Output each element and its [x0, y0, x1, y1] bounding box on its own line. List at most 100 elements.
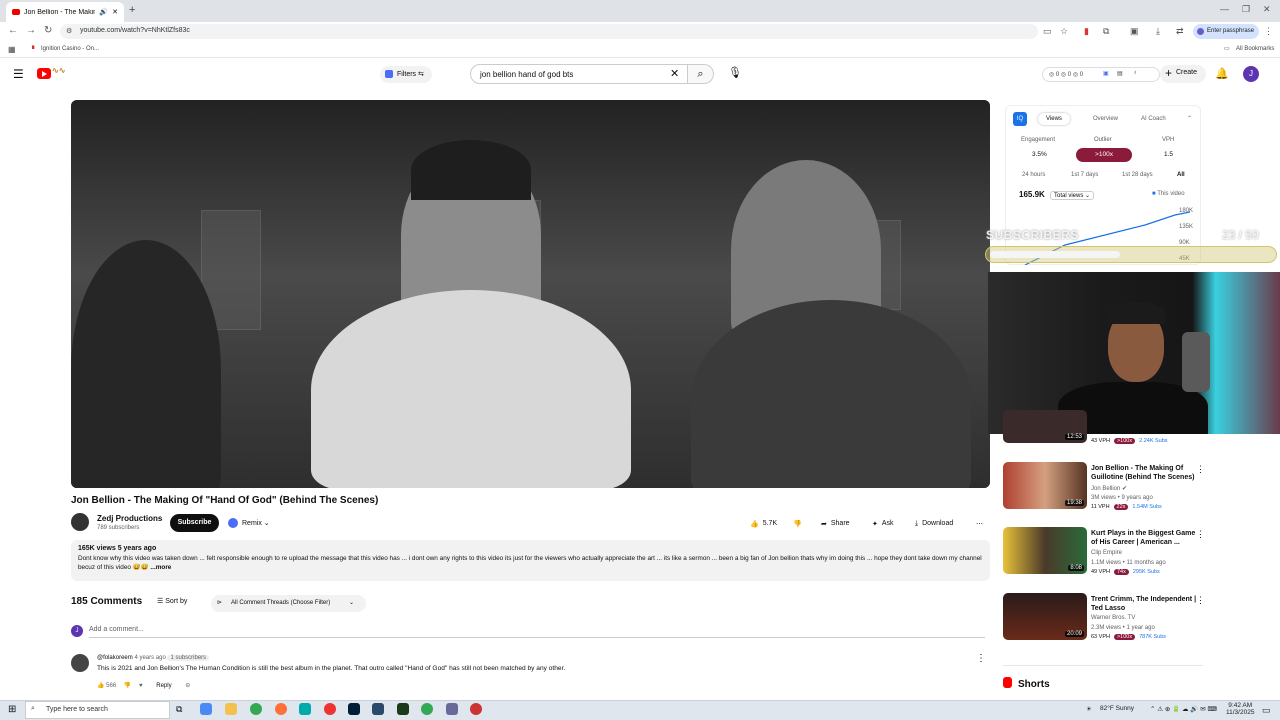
copilot-icon[interactable] — [200, 703, 212, 715]
apps-grid-icon[interactable]: ▦ — [8, 45, 16, 54]
search-input[interactable]: jon bellion hand of god bts — [470, 64, 688, 84]
clear-search-icon[interactable]: ✕ — [670, 67, 679, 80]
site-info-icon[interactable]: ⚙ — [66, 27, 72, 35]
taskbar-search-input[interactable]: ⌕ Type here to search — [25, 701, 170, 719]
subscribe-button[interactable]: Subscribe — [170, 514, 219, 532]
range-24h[interactable]: 24 hours — [1022, 172, 1045, 178]
ext-badge-icon[interactable]: ▣ — [1103, 70, 1109, 77]
windows-start-icon[interactable]: ⊞ — [8, 704, 16, 715]
tray-icons[interactable]: ⌃ ⚠ ⊕ 🔋 ☁ 🔊 ✉ ⌨ — [1150, 705, 1217, 713]
more-actions-icon[interactable]: ⋯ — [970, 515, 989, 532]
task-view-icon[interactable]: ⧉ — [176, 704, 182, 715]
hamburger-menu-icon[interactable]: ☰ — [13, 67, 24, 81]
notifications-icon[interactable]: ▭ — [1262, 705, 1271, 716]
address-bar[interactable]: ⚙ youtube.com/watch?v=NhKtlZfs83c — [60, 24, 1038, 39]
microphone-icon[interactable]: 🎙 — [728, 66, 742, 79]
comment-filter-dropdown[interactable]: ⊳ All Comment Threads (Choose Filter) ⌄ — [211, 595, 366, 612]
range-7d[interactable]: 1st 7 days — [1071, 172, 1098, 178]
share-button[interactable]: ➦ Share — [815, 515, 856, 532]
terminal-icon[interactable] — [397, 703, 409, 715]
profile-switch-icon[interactable]: ⇄ — [1176, 26, 1184, 37]
sort-by-button[interactable]: ☰ Sort by — [157, 597, 187, 605]
close-tab-icon[interactable]: ✕ — [112, 8, 118, 16]
minimize-icon[interactable]: — — [1220, 4, 1229, 14]
rec-thumbnail[interactable]: 20:09 — [1003, 593, 1087, 640]
rec-menu-icon[interactable]: ⋮ — [1196, 595, 1205, 606]
add-comment-input[interactable]: Add a comment... — [89, 626, 985, 638]
bookmark-star-icon[interactable]: ☆ — [1060, 26, 1068, 37]
doodle-logo-icon[interactable]: ∿∿ — [52, 66, 86, 80]
opera-icon[interactable] — [324, 703, 336, 715]
collapse-icon[interactable]: ⌃ — [1187, 115, 1192, 122]
comment-menu-icon[interactable]: ⋮ — [976, 653, 986, 664]
obs-icon[interactable] — [446, 703, 458, 715]
bookmark-ignition[interactable]: Ignition Casino - On... — [41, 46, 99, 52]
speaker-icon[interactable]: 🔊 — [99, 8, 108, 16]
sidebar-icon[interactable]: ▣ — [1130, 26, 1139, 37]
rec-title[interactable]: Trent Crimm, The Independent | Ted Lasso — [1091, 595, 1203, 613]
browser-tab[interactable]: Jon Bellion - The Making O 🔊 ✕ — [6, 2, 124, 22]
new-tab-button[interactable]: + — [129, 4, 135, 16]
passphrase-button[interactable]: Enter passphrase — [1193, 24, 1259, 39]
tab-ai-coach[interactable]: AI Coach — [1133, 113, 1174, 125]
reply-button[interactable]: Reply — [156, 683, 171, 689]
puzzle-icon[interactable]: ⧉ — [1103, 26, 1109, 37]
download-icon[interactable]: ⤓ — [1156, 26, 1160, 37]
channel-avatar[interactable] — [71, 513, 89, 531]
rec-channel[interactable]: Jon Bellion ✔ — [1091, 485, 1127, 492]
search-button[interactable]: ⌕ — [688, 64, 714, 84]
account-avatar[interactable]: J — [1243, 66, 1259, 82]
cast-icon[interactable]: ▭ — [1043, 26, 1052, 37]
chart-icon[interactable]: ▤ — [1117, 70, 1123, 77]
trophy-icon[interactable]: ♁ — [1133, 70, 1138, 76]
app-icon[interactable] — [372, 703, 384, 715]
notifications-bell-icon[interactable]: 🔔 — [1215, 67, 1229, 80]
rec-thumbnail[interactable]: 19:38 — [1003, 462, 1087, 509]
weather-text[interactable]: 82°F Sunny — [1100, 705, 1134, 712]
rec-title[interactable]: Kurt Plays in the Biggest Game of His Ca… — [1091, 529, 1203, 547]
clock[interactable]: 9:42 AM 11/3/2025 — [1226, 702, 1254, 716]
like-button[interactable]: 👍 5.7K — [744, 515, 783, 532]
edge-icon[interactable] — [299, 703, 311, 715]
comment-like-icon[interactable]: 👍 — [97, 683, 104, 689]
total-views-select[interactable]: Total views ⌄ — [1050, 191, 1095, 200]
comment-author[interactable]: @folakoreem — [97, 655, 133, 661]
comment-dislike-icon[interactable]: 👎 — [124, 683, 131, 689]
remix-button[interactable]: Remix ⌄ — [225, 516, 277, 531]
expand-icon[interactable]: ⊖ — [185, 683, 190, 689]
range-all[interactable]: All — [1177, 172, 1185, 178]
maximize-icon[interactable]: ❐ — [1242, 4, 1250, 15]
tab-overview[interactable]: Overview — [1085, 113, 1126, 125]
extension-icon[interactable]: ▮ — [1084, 26, 1089, 37]
more-link[interactable]: ...more — [150, 564, 171, 571]
close-window-icon[interactable]: ✕ — [1263, 4, 1271, 15]
photoshop-icon[interactable] — [348, 703, 360, 715]
create-button[interactable]: + Create — [1160, 65, 1206, 83]
rec-channel[interactable]: Warner Bros. TV — [1091, 615, 1135, 621]
range-28d[interactable]: 1st 28 days — [1122, 172, 1153, 178]
rec-menu-icon[interactable]: ⋮ — [1196, 464, 1205, 475]
video-player[interactable] — [71, 100, 990, 488]
rec-title[interactable]: Jon Bellion - The Making Of Guillotine (… — [1091, 464, 1203, 482]
reload-icon[interactable]: ↻ — [44, 25, 52, 36]
all-bookmarks[interactable]: All Bookmarks — [1236, 46, 1274, 52]
extension-counters[interactable]: ◎ 0 ◎ 0 ◎ 0 ▣ ▤ ♁ — [1042, 67, 1160, 82]
chrome-icon[interactable] — [250, 703, 262, 715]
firefox-icon[interactable] — [275, 703, 287, 715]
youtube-logo-icon[interactable] — [37, 68, 51, 79]
menu-dots-icon[interactable]: ⋮ — [1264, 26, 1273, 37]
back-icon[interactable]: ← — [8, 25, 18, 36]
channel-name[interactable]: Zedj Productions — [97, 514, 162, 523]
tab-views[interactable]: Views — [1038, 113, 1070, 125]
file-explorer-icon[interactable] — [225, 703, 237, 715]
filters-button[interactable]: Filters ⇆ — [380, 66, 432, 83]
rec-thumbnail[interactable]: 8:08 — [1003, 527, 1087, 574]
chrome-alt-icon[interactable] — [421, 703, 433, 715]
description-box[interactable]: 165K views 5 years ago Dont know why thi… — [71, 540, 990, 581]
rec-channel[interactable]: Clip Empire — [1091, 550, 1122, 556]
commenter-avatar[interactable] — [71, 654, 89, 672]
download-button[interactable]: ⤓ Download — [909, 515, 959, 532]
ask-button[interactable]: ✦ Ask — [866, 515, 900, 532]
recorder-icon[interactable] — [470, 703, 482, 715]
rec-menu-icon[interactable]: ⋮ — [1196, 529, 1205, 540]
